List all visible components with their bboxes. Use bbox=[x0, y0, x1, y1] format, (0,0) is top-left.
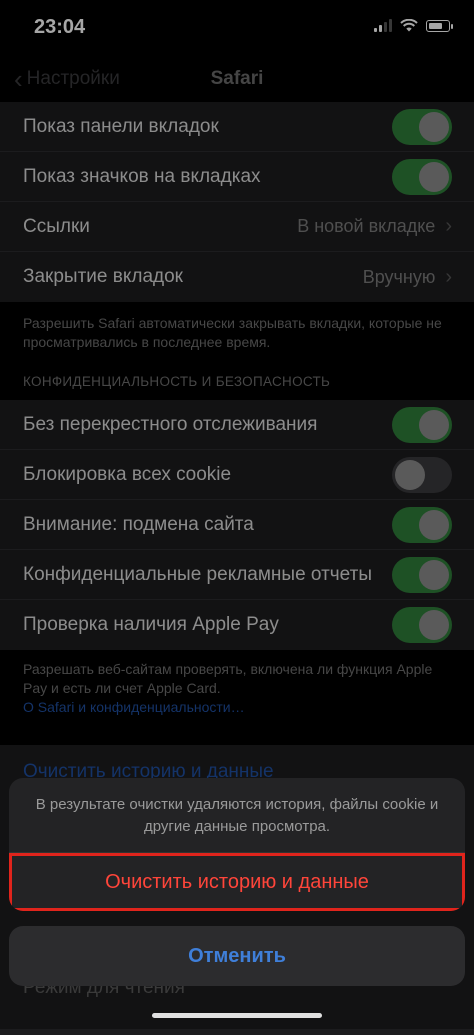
action-sheet: В результате очистки удаляются история, … bbox=[9, 778, 465, 911]
clear-history-confirm-button[interactable]: Очистить историю и данные bbox=[9, 853, 465, 911]
cancel-button[interactable]: Отменить bbox=[9, 926, 465, 986]
home-indicator[interactable] bbox=[152, 1013, 322, 1018]
action-sheet-message: В результате очистки удаляются история, … bbox=[9, 778, 465, 853]
